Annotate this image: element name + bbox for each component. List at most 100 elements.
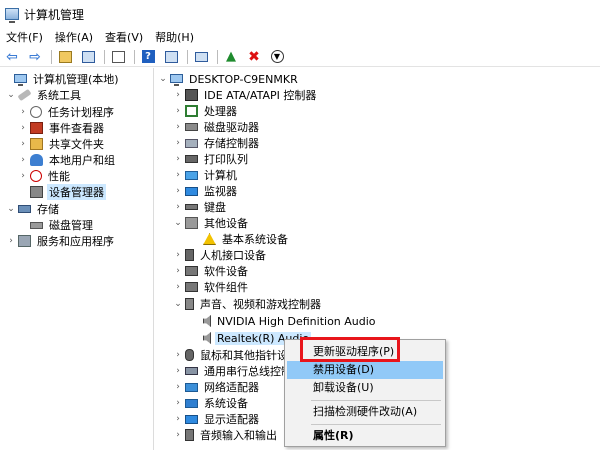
device-item[interactable]: 基本系统设备: [191, 231, 290, 247]
uninstall-icon[interactable]: ✖: [245, 48, 263, 66]
device-label: 系统设备: [204, 397, 248, 410]
mouse-icon: [185, 349, 194, 361]
collapse-chevron-right-icon[interactable]: ›: [173, 183, 183, 199]
display-adapter-icon: [185, 414, 198, 424]
disable-device-icon[interactable]: ▼: [268, 48, 286, 66]
console-tree: 计算机管理(本地) ⌄ 系统工具 › 任务计划程序 › 事件查看器 › 共享文件…: [0, 68, 154, 450]
collapse-chevron-right-icon[interactable]: ›: [6, 233, 16, 249]
tree-item-disk-management[interactable]: 磁盘管理: [18, 217, 95, 233]
collapse-chevron-right-icon[interactable]: ›: [173, 363, 183, 379]
device-category[interactable]: › 显示适配器: [173, 411, 261, 427]
collapse-chevron-right-icon[interactable]: ›: [173, 379, 183, 395]
expand-chevron-down-icon[interactable]: ⌄: [6, 87, 16, 103]
tree-item-storage[interactable]: ⌄ 存储: [6, 201, 61, 217]
show-hide-tree-icon[interactable]: [79, 48, 97, 66]
storage-icon: [18, 205, 31, 213]
device-label: 计算机: [204, 169, 237, 182]
processor-icon: [185, 105, 198, 117]
device-category[interactable]: ⌄ 其他设备: [173, 215, 250, 231]
menu-help[interactable]: 帮助(H): [149, 28, 200, 47]
menu-item-scan-hardware[interactable]: 扫描检测硬件改动(A): [287, 403, 443, 421]
expand-chevron-down-icon[interactable]: ⌄: [6, 201, 16, 217]
device-category[interactable]: › IDE ATA/ATAPI 控制器: [173, 87, 318, 103]
tree-item-label: 设备管理器: [47, 184, 106, 200]
device-category[interactable]: › 通用串行总线控制: [173, 363, 294, 379]
menu-file[interactable]: 文件(F): [0, 28, 49, 47]
collapse-chevron-right-icon[interactable]: ›: [18, 104, 28, 120]
device-category[interactable]: › 网络适配器: [173, 379, 261, 395]
tree-item-system-tools[interactable]: ⌄ 系统工具: [6, 87, 83, 103]
forward-arrow-icon[interactable]: ⇨: [26, 48, 44, 66]
device-label: 人机接口设备: [200, 249, 266, 262]
collapse-chevron-right-icon[interactable]: ›: [173, 427, 183, 443]
collapse-chevron-right-icon[interactable]: ›: [173, 279, 183, 295]
tree-item-performance[interactable]: › 性能: [18, 168, 72, 184]
device-category[interactable]: › 打印队列: [173, 151, 250, 167]
tree-item-event-viewer[interactable]: › 事件查看器: [18, 120, 106, 136]
device-category[interactable]: › 存储控制器: [173, 135, 261, 151]
collapse-chevron-right-icon[interactable]: ›: [173, 199, 183, 215]
device-category[interactable]: › 鼠标和其他指针设: [173, 347, 290, 363]
collapse-chevron-right-icon[interactable]: ›: [18, 168, 28, 184]
pc-icon: [185, 170, 198, 180]
tree-item-computer-management[interactable]: 计算机管理(本地): [2, 71, 121, 87]
menu-item-uninstall-device[interactable]: 卸载设备(U): [287, 379, 443, 397]
collapse-chevron-right-icon[interactable]: ›: [173, 151, 183, 167]
device-root[interactable]: ⌄ DESKTOP-C9ENMKR: [158, 71, 300, 87]
menu-item-disable-device[interactable]: 禁用设备(D): [287, 361, 443, 379]
expand-chevron-down-icon[interactable]: ⌄: [158, 71, 168, 87]
scan-hardware-icon[interactable]: [192, 48, 210, 66]
collapse-chevron-right-icon[interactable]: ›: [173, 247, 183, 263]
menu-view[interactable]: 查看(V): [99, 28, 149, 47]
tree-item-local-users[interactable]: › 本地用户和组: [18, 152, 117, 168]
device-label: 鼠标和其他指针设: [200, 349, 288, 362]
device-category[interactable]: › 系统设备: [173, 395, 250, 411]
shared-folder-icon: [30, 138, 43, 150]
properties-icon[interactable]: [162, 48, 180, 66]
tree-item-services-apps[interactable]: › 服务和应用程序: [6, 233, 116, 249]
menu-action[interactable]: 操作(A): [49, 28, 99, 47]
title-bar: 计算机管理: [0, 0, 600, 28]
tree-item-shared-folders[interactable]: › 共享文件夹: [18, 136, 106, 152]
device-category[interactable]: › 软件组件: [173, 279, 250, 295]
collapse-chevron-right-icon[interactable]: ›: [18, 120, 28, 136]
software-component-icon: [185, 282, 198, 292]
device-manager-icon: [30, 186, 43, 198]
device-category[interactable]: › 磁盘驱动器: [173, 119, 261, 135]
tree-item-task-scheduler[interactable]: › 任务计划程序: [18, 104, 116, 120]
collapse-chevron-right-icon[interactable]: ›: [173, 103, 183, 119]
collapse-chevron-right-icon[interactable]: ›: [18, 152, 28, 168]
collapse-chevron-right-icon[interactable]: ›: [173, 263, 183, 279]
monitor-icon: [185, 186, 198, 196]
collapse-chevron-right-icon[interactable]: ›: [18, 136, 28, 152]
software-device-icon: [185, 266, 198, 276]
collapse-chevron-right-icon[interactable]: ›: [173, 119, 183, 135]
device-category[interactable]: ⌄ 声音、视频和游戏控制器: [173, 296, 323, 312]
computer-icon: [14, 73, 27, 86]
device-category[interactable]: › 人机接口设备: [173, 247, 268, 263]
menu-item-properties[interactable]: 属性(R): [287, 427, 443, 445]
device-label: 软件组件: [204, 281, 248, 294]
device-category[interactable]: › 音频输入和输出: [173, 427, 279, 443]
device-category[interactable]: › 计算机: [173, 167, 239, 183]
collapse-chevron-right-icon[interactable]: ›: [173, 87, 183, 103]
device-category[interactable]: › 键盘: [173, 199, 228, 215]
device-category[interactable]: › 软件设备: [173, 263, 250, 279]
back-arrow-icon[interactable]: ⇦: [3, 48, 21, 66]
device-item[interactable]: NVIDIA High Definition Audio: [191, 313, 378, 329]
collapse-chevron-right-icon[interactable]: ›: [173, 167, 183, 183]
tree-item-device-manager[interactable]: 设备管理器: [18, 184, 106, 200]
toolbar-separator: [51, 49, 52, 64]
collapse-chevron-right-icon[interactable]: ›: [173, 411, 183, 427]
collapse-chevron-right-icon[interactable]: ›: [173, 395, 183, 411]
help-icon[interactable]: ?: [139, 48, 157, 66]
device-category[interactable]: › 监视器: [173, 183, 239, 199]
export-list-icon[interactable]: [109, 48, 127, 66]
up-folder-icon[interactable]: [56, 48, 74, 66]
collapse-chevron-right-icon[interactable]: ›: [173, 347, 183, 363]
update-driver-icon[interactable]: ▲: [222, 48, 240, 66]
collapse-chevron-right-icon[interactable]: ›: [173, 135, 183, 151]
device-category[interactable]: › 处理器: [173, 103, 239, 119]
expand-chevron-down-icon[interactable]: ⌄: [173, 296, 183, 312]
expand-chevron-down-icon[interactable]: ⌄: [173, 215, 183, 231]
